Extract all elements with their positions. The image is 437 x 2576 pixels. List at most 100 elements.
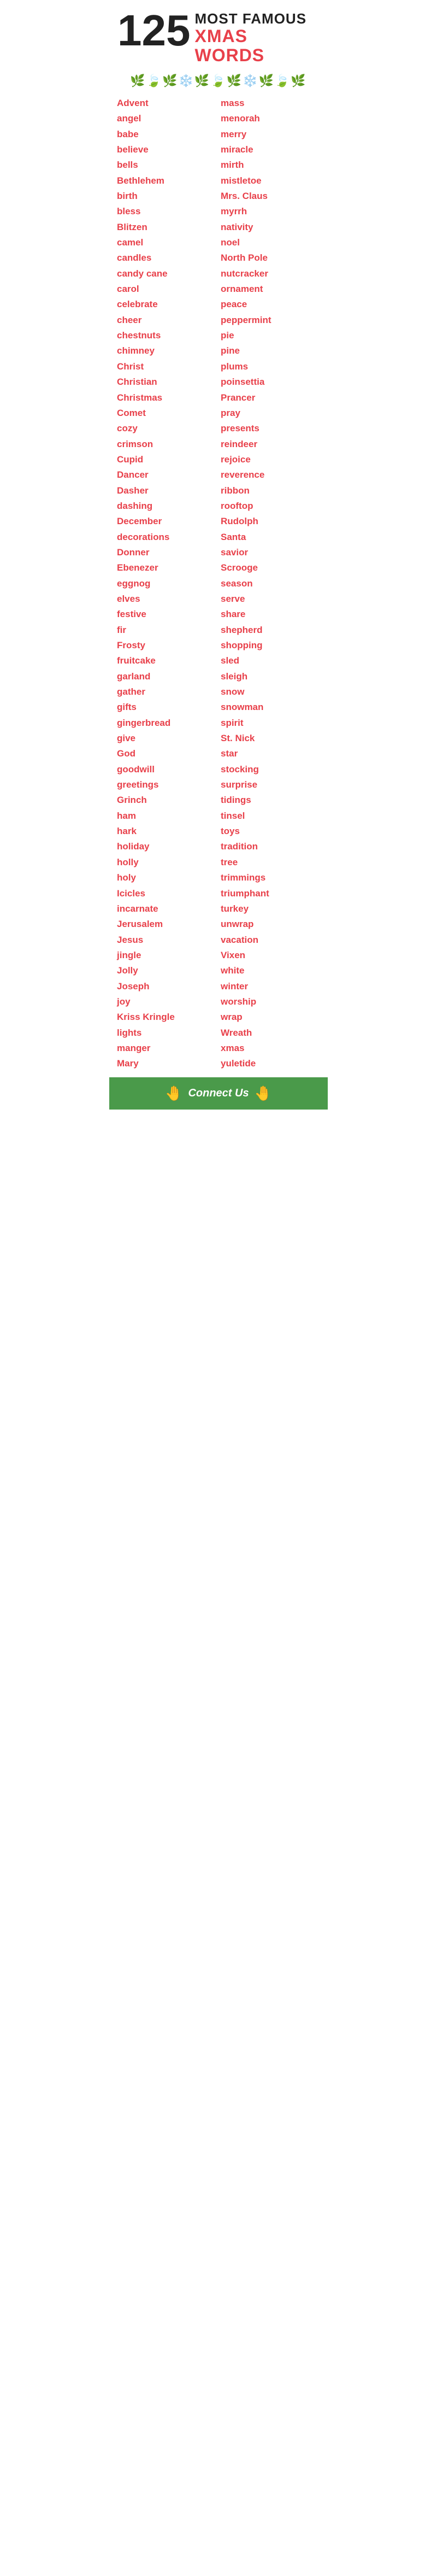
- word-item: stocking: [218, 762, 322, 777]
- word-item: birth: [115, 189, 218, 204]
- word-item: garland: [115, 669, 218, 684]
- word-item: noel: [218, 235, 322, 250]
- word-item: peace: [218, 297, 322, 312]
- footer-icon-left: 🤚: [165, 1085, 182, 1102]
- word-item: surprise: [218, 777, 322, 793]
- word-item: babe: [115, 127, 218, 142]
- word-item: share: [218, 607, 322, 622]
- word-item: winter: [218, 979, 322, 994]
- word-item: crimson: [115, 437, 218, 452]
- word-item: tree: [218, 855, 322, 870]
- word-item: St. Nick: [218, 731, 322, 746]
- word-item: chimney: [115, 343, 218, 359]
- word-item: season: [218, 576, 322, 591]
- word-item: candles: [115, 250, 218, 266]
- footer-icon-right: 🤚: [255, 1085, 272, 1102]
- word-item: God: [115, 746, 218, 761]
- word-item: believe: [115, 142, 218, 157]
- word-item: dashing: [115, 498, 218, 514]
- word-item: Wreath: [218, 1025, 322, 1041]
- word-item: unwrap: [218, 917, 322, 932]
- word-item: Christ: [115, 359, 218, 374]
- word-item: Ebenezer: [115, 560, 218, 576]
- header-text-block: MOST FAMOUS XMAS WORDS: [194, 11, 320, 65]
- footer-text: Connect Us: [188, 1087, 249, 1100]
- word-item: manger: [115, 1041, 218, 1056]
- word-item: savior: [218, 545, 322, 560]
- word-item: angel: [115, 111, 218, 126]
- word-item: trimmings: [218, 870, 322, 885]
- word-item: mass: [218, 96, 322, 111]
- word-item: pine: [218, 343, 322, 359]
- word-item: incarnate: [115, 901, 218, 917]
- word-item: mistletoe: [218, 173, 322, 189]
- word-item: holy: [115, 870, 218, 885]
- page-container: 125 MOST FAMOUS XMAS WORDS 🌿🍃🌿❄️🌿🍃🌿❄️🌿🍃🌿…: [109, 0, 328, 1110]
- word-item: decorations: [115, 530, 218, 545]
- word-item: rooftop: [218, 498, 322, 514]
- word-item: fruitcake: [115, 653, 218, 668]
- word-item: cozy: [115, 421, 218, 436]
- word-item: hark: [115, 824, 218, 839]
- word-item: carol: [115, 281, 218, 297]
- word-item: ham: [115, 808, 218, 824]
- word-item: tidings: [218, 793, 322, 808]
- word-item: myrrh: [218, 204, 322, 219]
- word-item: spirit: [218, 715, 322, 731]
- word-item: North Pole: [218, 250, 322, 266]
- word-item: ornament: [218, 281, 322, 297]
- word-item: Santa: [218, 530, 322, 545]
- word-item: presents: [218, 421, 322, 436]
- word-item: jingle: [115, 948, 218, 963]
- word-item: gather: [115, 684, 218, 700]
- word-item: festive: [115, 607, 218, 622]
- word-item: xmas: [218, 1041, 322, 1056]
- word-item: toys: [218, 824, 322, 839]
- word-item: Dasher: [115, 483, 218, 498]
- word-item: shepherd: [218, 623, 322, 638]
- word-item: Jesus: [115, 932, 218, 948]
- word-item: mirth: [218, 157, 322, 173]
- word-item: plums: [218, 359, 322, 374]
- word-item: Grinch: [115, 793, 218, 808]
- word-item: peppermint: [218, 313, 322, 328]
- word-item: nutcracker: [218, 266, 322, 281]
- word-item: Frosty: [115, 638, 218, 653]
- word-item: worship: [218, 994, 322, 1010]
- word-item: Joseph: [115, 979, 218, 994]
- word-item: turkey: [218, 901, 322, 917]
- word-item: ribbon: [218, 483, 322, 498]
- word-item: nativity: [218, 220, 322, 235]
- word-item: Jerusalem: [115, 917, 218, 932]
- word-item: tradition: [218, 839, 322, 854]
- word-item: Comet: [115, 406, 218, 421]
- word-item: sled: [218, 653, 322, 668]
- word-item: elves: [115, 591, 218, 607]
- header-number: 125: [117, 11, 190, 50]
- words-section: AdventangelbabebelievebellsBethlehembirt…: [109, 91, 328, 1077]
- word-item: serve: [218, 591, 322, 607]
- word-item: Blitzen: [115, 220, 218, 235]
- word-item: Dancer: [115, 467, 218, 483]
- word-item: white: [218, 963, 322, 978]
- word-item: rejoice: [218, 452, 322, 467]
- word-item: Rudolph: [218, 514, 322, 529]
- word-item: star: [218, 746, 322, 761]
- word-item: vacation: [218, 932, 322, 948]
- footer: 🤚 Connect Us 🤚: [109, 1077, 328, 1110]
- word-item: greetings: [115, 777, 218, 793]
- word-item: menorah: [218, 111, 322, 126]
- word-item: Christian: [115, 374, 218, 390]
- word-item: snowman: [218, 700, 322, 715]
- word-item: reindeer: [218, 437, 322, 452]
- word-item: December: [115, 514, 218, 529]
- word-item: reverence: [218, 467, 322, 483]
- header-title-block: 125 MOST FAMOUS XMAS WORDS: [117, 11, 320, 65]
- word-item: camel: [115, 235, 218, 250]
- word-item: celebrate: [115, 297, 218, 312]
- word-item: shopping: [218, 638, 322, 653]
- word-item: Mary: [115, 1056, 218, 1071]
- word-item: poinsettia: [218, 374, 322, 390]
- word-item: merry: [218, 127, 322, 142]
- word-item: Jolly: [115, 963, 218, 978]
